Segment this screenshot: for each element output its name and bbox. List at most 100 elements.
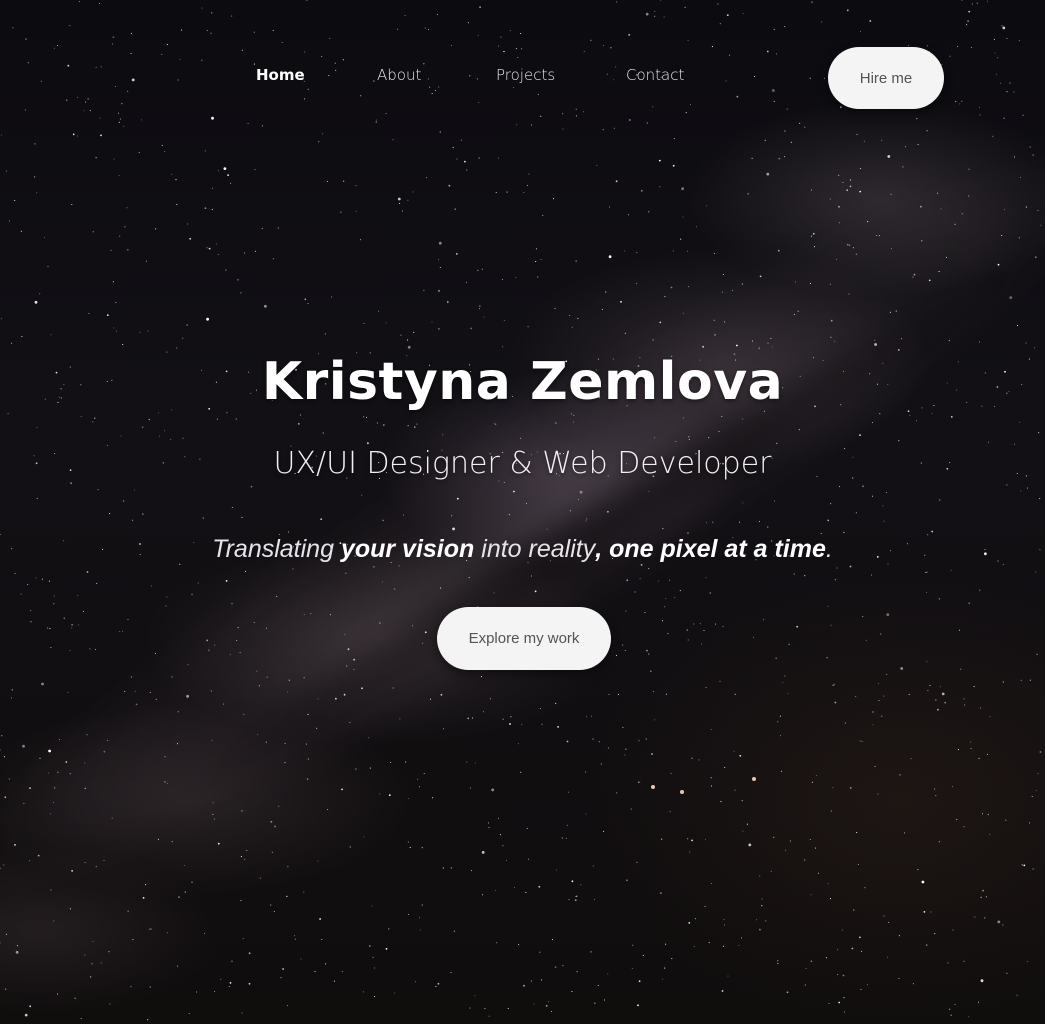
star	[94, 417, 96, 419]
star	[157, 838, 159, 840]
star	[237, 278, 239, 281]
star	[980, 896, 982, 898]
star	[273, 910, 275, 913]
star	[538, 885, 541, 888]
star	[940, 208, 942, 210]
bright-star	[752, 777, 756, 781]
star	[1038, 432, 1040, 434]
star	[727, 975, 729, 977]
star	[766, 172, 770, 176]
star	[379, 622, 381, 624]
star	[1006, 972, 1008, 974]
star	[652, 339, 654, 341]
star	[712, 521, 714, 523]
star	[660, 892, 662, 894]
star	[815, 774, 817, 777]
star	[877, 682, 879, 685]
star	[361, 687, 363, 690]
star	[257, 733, 259, 736]
star	[394, 588, 396, 590]
star	[784, 156, 786, 158]
star	[954, 1003, 956, 1005]
star	[705, 577, 707, 579]
star	[425, 177, 428, 179]
star	[834, 579, 836, 581]
star	[688, 286, 690, 288]
star	[409, 847, 411, 849]
star	[723, 918, 725, 920]
star	[184, 891, 186, 893]
star	[661, 838, 663, 840]
star	[777, 249, 780, 252]
nav-contact-link[interactable]: Contact	[626, 66, 684, 84]
star	[956, 818, 958, 820]
star	[608, 693, 610, 696]
star	[665, 693, 667, 695]
star	[826, 657, 828, 659]
star	[820, 532, 822, 534]
hire-me-button[interactable]: Hire me	[828, 47, 944, 109]
star	[625, 610, 627, 612]
star	[29, 860, 31, 862]
star	[487, 822, 489, 824]
star	[326, 809, 329, 811]
star	[812, 232, 815, 235]
star	[488, 1015, 490, 1017]
star	[882, 505, 884, 507]
star	[687, 639, 689, 641]
star	[407, 797, 410, 800]
star	[407, 199, 409, 201]
star	[414, 425, 416, 427]
bright-star	[680, 790, 684, 794]
star	[600, 763, 602, 765]
star	[120, 435, 122, 437]
star	[708, 437, 710, 439]
nav-home-link[interactable]: Home	[256, 66, 305, 84]
star	[470, 870, 472, 872]
star	[8, 778, 10, 780]
tagline-part-1: Translating	[212, 535, 341, 563]
star	[602, 830, 605, 832]
star	[978, 341, 981, 343]
star	[793, 573, 795, 575]
nav-projects-link[interactable]: Projects	[496, 66, 555, 84]
star	[810, 960, 812, 962]
star	[390, 761, 392, 764]
star	[36, 497, 38, 499]
star	[1016, 994, 1018, 996]
star	[910, 758, 912, 760]
star	[804, 859, 806, 861]
star	[871, 422, 874, 424]
explore-work-button[interactable]: Explore my work	[437, 607, 611, 670]
star	[327, 180, 329, 182]
nav-about-link[interactable]: About	[377, 66, 421, 84]
star	[103, 750, 106, 753]
star	[761, 898, 763, 900]
star	[171, 676, 173, 678]
star	[615, 180, 618, 183]
star	[240, 856, 242, 858]
star	[432, 797, 434, 799]
star	[36, 192, 38, 194]
star	[82, 610, 85, 612]
star	[747, 193, 749, 195]
star	[84, 954, 86, 956]
star	[307, 778, 309, 780]
star	[686, 629, 688, 631]
star	[787, 692, 789, 695]
star	[191, 593, 193, 595]
star	[526, 827, 528, 829]
star	[1019, 176, 1022, 178]
star	[241, 1012, 243, 1014]
star	[997, 263, 1000, 266]
star	[970, 747, 972, 749]
star	[777, 960, 779, 962]
star	[867, 221, 869, 223]
star	[833, 683, 835, 685]
star	[407, 425, 409, 427]
star	[688, 438, 690, 441]
star	[548, 1001, 550, 1003]
star	[751, 157, 753, 159]
star	[304, 298, 307, 301]
star	[632, 944, 634, 946]
